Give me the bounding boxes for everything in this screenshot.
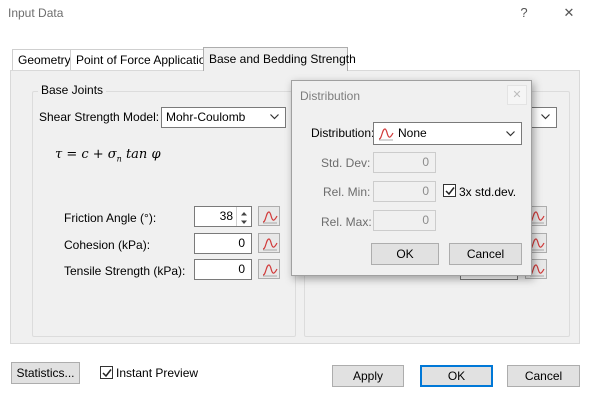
statistics-button[interactable]: Statistics...: [11, 362, 80, 384]
distribution-ok-button[interactable]: OK: [371, 243, 439, 265]
checkmark-icon: [445, 187, 455, 196]
tab-base-and-bedding-strength[interactable]: Base and Bedding Strength: [203, 47, 356, 71]
window-title: Input Data: [8, 6, 64, 20]
shear-strength-model-value: Mohr-Coulomb: [166, 110, 246, 124]
distribution-select[interactable]: None: [373, 122, 522, 145]
std-dev-input[interactable]: 0: [373, 152, 436, 173]
friction-angle-label: Friction Angle (°):: [64, 211, 157, 225]
base-joints-title: Base Joints: [38, 83, 107, 97]
mohr-coulomb-formula: τ = c + σn tan φ: [55, 147, 161, 164]
distribution-curve-icon: [262, 238, 278, 251]
chevron-down-icon: [270, 114, 279, 120]
tensile-strength-input[interactable]: 0: [194, 259, 252, 280]
instant-preview-label: Instant Preview: [116, 366, 199, 380]
distribution-curve-icon: [262, 211, 278, 224]
instant-preview-checkbox[interactable]: [100, 366, 113, 379]
three-std-dev-label: 3x std.dev.: [459, 185, 517, 199]
window-close-button[interactable]: ✕: [556, 2, 582, 24]
distribution-value: None: [398, 126, 427, 140]
tab-geometry[interactable]: Geometry: [12, 49, 71, 70]
distribution-dialog-title: Distribution: [300, 89, 361, 103]
cohesion-input[interactable]: 0: [194, 233, 252, 254]
spin-down-icon[interactable]: [237, 216, 251, 225]
shear-strength-model-select[interactable]: Mohr-Coulomb: [161, 107, 286, 128]
three-std-dev-checkbox[interactable]: [443, 184, 456, 197]
rel-min-input[interactable]: 0: [373, 181, 436, 202]
distribution-curve-icon: [262, 264, 278, 277]
distribution-label: Distribution:: [311, 126, 375, 140]
chevron-down-icon: [541, 114, 550, 120]
shear-strength-model-label: Shear Strength Model:: [39, 110, 160, 124]
cohesion-label: Cohesion (kPa):: [64, 238, 151, 252]
help-button[interactable]: ?: [511, 2, 537, 24]
formula-lhs: τ = c + σ: [55, 147, 117, 162]
ok-button[interactable]: OK: [420, 365, 493, 387]
tensile-strength-label: Tensile Strength (kPa):: [64, 264, 186, 278]
chevron-down-icon: [506, 131, 515, 137]
distribution-cancel-button[interactable]: Cancel: [449, 243, 522, 265]
distribution-dialog: Distribution ✕ Distribution: None Std. D…: [291, 80, 532, 276]
bedding-model-select[interactable]: [531, 107, 557, 128]
cohesion-distribution-button[interactable]: [258, 233, 280, 253]
std-dev-label: Std. Dev:: [321, 156, 371, 170]
distribution-dialog-close-button[interactable]: ✕: [507, 85, 527, 105]
tensile-distribution-button[interactable]: [258, 259, 280, 279]
formula-rhs: tan φ: [121, 147, 161, 162]
distribution-curve-icon: [378, 128, 394, 141]
spin-up-icon[interactable]: [237, 207, 251, 216]
friction-distribution-button[interactable]: [258, 206, 280, 226]
rel-max-input[interactable]: 0: [373, 210, 436, 231]
rel-max-label: Rel. Max:: [321, 215, 372, 229]
apply-button[interactable]: Apply: [332, 365, 404, 387]
checkmark-icon: [102, 369, 112, 378]
tab-point-of-force-application[interactable]: Point of Force Application: [70, 49, 212, 70]
cancel-button[interactable]: Cancel: [507, 365, 580, 387]
rel-min-label: Rel. Min:: [323, 185, 371, 199]
friction-angle-spinner[interactable]: [236, 207, 251, 226]
